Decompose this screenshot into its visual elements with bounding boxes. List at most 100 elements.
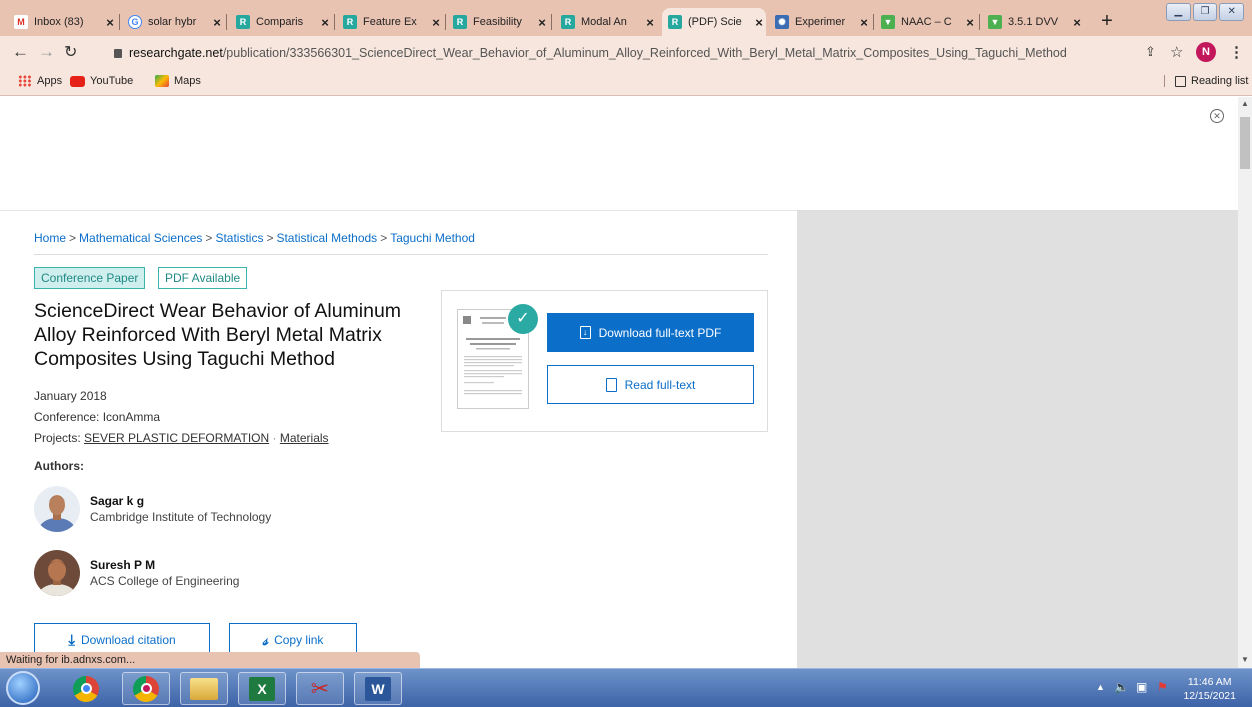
restore-button[interactable]: ❐ xyxy=(1192,3,1218,21)
menu-kebab-icon[interactable]: ⋮ xyxy=(1229,43,1244,61)
download-fulltext-pdf-button[interactable]: ↓ Download full-text PDF xyxy=(547,313,754,352)
close-tab-icon[interactable]: × xyxy=(857,15,871,30)
divider xyxy=(34,254,768,255)
publication-date: January 2018 xyxy=(34,389,107,403)
right-sidebar xyxy=(797,210,1238,668)
tab-solar[interactable]: G solar hybr × xyxy=(128,8,224,36)
google-icon: G xyxy=(128,15,142,29)
tab-pdf-science-active[interactable]: R (PDF) Scie × xyxy=(662,8,766,36)
forward-icon[interactable]: → xyxy=(38,42,55,62)
close-tab-icon[interactable]: × xyxy=(535,15,549,30)
system-tray: ▲ 🔈 ▣ ⚑ 11:46 AM 12/15/2021 xyxy=(1090,671,1250,705)
new-tab-button[interactable]: + xyxy=(1096,11,1118,33)
profile-avatar[interactable]: N xyxy=(1196,42,1216,62)
author-card[interactable]: Sagar k g Cambridge Institute of Technol… xyxy=(34,486,414,534)
author-avatar[interactable] xyxy=(34,550,80,596)
tab-feature[interactable]: R Feature Ex × xyxy=(343,8,443,36)
author-name[interactable]: Suresh P M xyxy=(90,558,155,572)
conference-name: Conference: IconAmma xyxy=(34,410,161,424)
close-ad-icon[interactable]: ✕ xyxy=(1210,109,1224,123)
status-bar: Waiting for ib.adnxs.com... xyxy=(0,652,420,668)
address-bar[interactable]: researchgate.net/publication/333566301_S… xyxy=(102,40,1110,66)
file-explorer-icon[interactable] xyxy=(180,672,228,705)
action-center-icon[interactable]: ⚑ xyxy=(1157,680,1168,694)
read-fulltext-button[interactable]: Read full-text xyxy=(547,365,754,404)
breadcrumb: Home > Mathematical Sciences > Statistics > St… xyxy=(34,231,475,245)
bookmarks-bar: Apps YouTube Maps Reading list xyxy=(0,70,1252,96)
type-badge: Conference Paper xyxy=(34,267,146,289)
breadcrumb-statistics[interactable]: Statistics xyxy=(215,231,263,245)
breadcrumb-mathematical-sciences[interactable]: Mathematical Sciences xyxy=(79,231,202,245)
tab-dvv[interactable]: ▼ 3.5.1 DVV × xyxy=(988,8,1084,36)
tab-inbox[interactable]: M Inbox (83) × xyxy=(14,8,117,36)
chrome-taskbar-icon[interactable] xyxy=(62,672,110,705)
breadcrumb-home[interactable]: Home xyxy=(34,231,66,245)
breadcrumb-statistical-methods[interactable]: Statistical Methods xyxy=(276,231,377,245)
fulltext-card: ✓ ↓ Download full-text PDF Read full-tex… xyxy=(441,290,768,432)
close-tab-icon[interactable]: × xyxy=(318,15,332,30)
author-name[interactable]: Sagar k g xyxy=(90,494,144,508)
chrome-profile-taskbar-icon[interactable] xyxy=(122,672,170,705)
excel-icon[interactable]: X xyxy=(238,672,286,705)
project-link-spd[interactable]: SEVER PLASTIC DEFORMATION xyxy=(84,431,269,445)
reading-list[interactable]: Reading list xyxy=(1164,75,1248,87)
naac-icon: ▼ xyxy=(988,15,1002,29)
document-icon xyxy=(605,377,617,392)
start-button[interactable] xyxy=(6,671,40,705)
close-tab-icon[interactable]: × xyxy=(210,15,224,30)
scroll-up-icon[interactable]: ▲ xyxy=(1241,99,1249,108)
bookmark-star-icon[interactable]: ☆ xyxy=(1170,43,1183,61)
volume-icon[interactable]: 🔈 xyxy=(1114,680,1129,694)
apps-grid-icon xyxy=(18,75,32,87)
tab-modal[interactable]: R Modal An × xyxy=(561,8,657,36)
download-file-icon: ↓ xyxy=(579,326,591,339)
browser-toolbar: ← → ↻ researchgate.net/publication/33356… xyxy=(0,36,1252,70)
link-icon: 𝓈 xyxy=(262,631,269,649)
maps-icon xyxy=(155,75,169,87)
close-tab-icon[interactable]: × xyxy=(752,15,766,30)
project-link-materials[interactable]: Materials xyxy=(280,431,329,445)
researchgate-icon: R xyxy=(453,15,467,29)
naac-icon: ▼ xyxy=(881,15,895,29)
close-tab-icon[interactable]: × xyxy=(643,15,657,30)
breadcrumb-taguchi-method[interactable]: Taguchi Method xyxy=(390,231,475,245)
lock-icon xyxy=(114,49,122,58)
close-tab-icon[interactable]: × xyxy=(429,15,443,30)
minimize-button[interactable]: ▁ xyxy=(1166,3,1191,21)
clock[interactable]: 11:46 AM 12/15/2021 xyxy=(1183,675,1236,703)
word-icon[interactable]: W xyxy=(354,672,402,705)
bookmark-apps[interactable]: Apps xyxy=(18,75,62,87)
windows-taskbar: X ✂ W ▲ 🔈 ▣ ⚑ 11:46 AM 12/15/2021 xyxy=(0,668,1252,707)
network-icon[interactable]: ▣ xyxy=(1136,680,1147,694)
download-icon: ⤓ xyxy=(68,631,75,649)
tab-strip: M Inbox (83) × G solar hybr × R Comparis… xyxy=(0,0,1252,36)
author-affiliation[interactable]: Cambridge Institute of Technology xyxy=(90,510,271,524)
pdf-available-badge: PDF Available xyxy=(158,267,248,289)
tab-naac[interactable]: ▼ NAAC – C × xyxy=(881,8,977,36)
bookmark-youtube[interactable]: YouTube xyxy=(70,75,133,87)
tab-feasibility[interactable]: R Feasibility × xyxy=(453,8,549,36)
share-icon[interactable]: ⇪ xyxy=(1145,44,1156,60)
author-card[interactable]: Suresh P M ACS College of Engineering xyxy=(34,550,414,598)
show-hidden-icons-icon[interactable]: ▲ xyxy=(1096,682,1105,692)
scroll-down-icon[interactable]: ▼ xyxy=(1241,655,1249,664)
bookmark-maps[interactable]: Maps xyxy=(155,75,201,87)
researchgate-icon: R xyxy=(343,15,357,29)
reload-icon[interactable]: ↻ xyxy=(64,42,77,62)
close-window-button[interactable]: ✕ xyxy=(1219,3,1245,21)
author-avatar[interactable] xyxy=(34,486,80,532)
tab-experiment[interactable]: ✺ Experimer × xyxy=(775,8,871,36)
snipping-tool-icon[interactable]: ✂ xyxy=(296,672,344,705)
scrollbar-thumb[interactable] xyxy=(1240,117,1250,169)
researchgate-icon: R xyxy=(236,15,250,29)
close-tab-icon[interactable]: × xyxy=(1070,15,1084,30)
back-icon[interactable]: ← xyxy=(12,42,29,62)
researchgate-icon: R xyxy=(561,15,575,29)
tab-comparison[interactable]: R Comparis × xyxy=(236,8,332,36)
close-tab-icon[interactable]: × xyxy=(103,15,117,30)
authors-heading: Authors: xyxy=(34,459,84,473)
close-tab-icon[interactable]: × xyxy=(963,15,977,30)
author-affiliation[interactable]: ACS College of Engineering xyxy=(90,574,239,588)
scrollbar[interactable]: ▲ ▼ xyxy=(1238,97,1252,668)
atom-icon: ✺ xyxy=(775,15,789,29)
